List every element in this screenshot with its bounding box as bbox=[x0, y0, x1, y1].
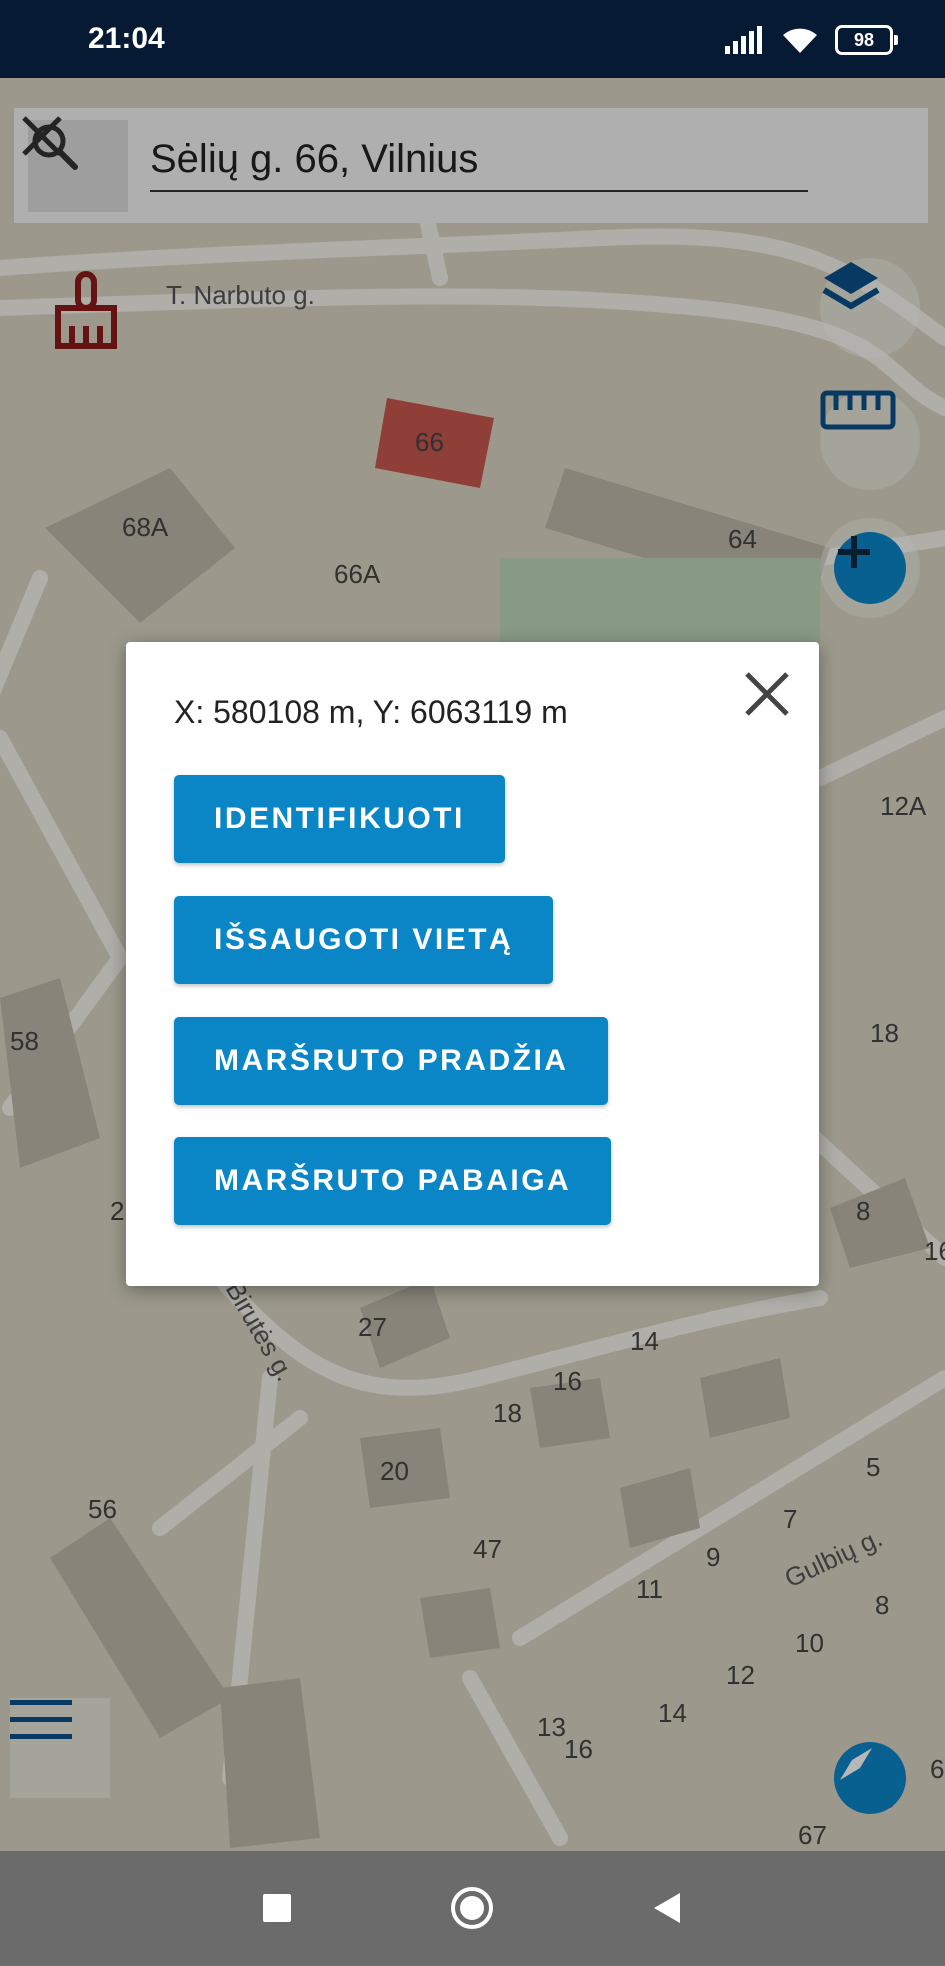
identify-button[interactable]: IDENTIFIKUOTI bbox=[174, 775, 505, 863]
square-icon bbox=[263, 1894, 291, 1922]
status-icons: 98 bbox=[725, 22, 898, 58]
wifi-icon bbox=[783, 28, 817, 53]
route-start-button[interactable]: MARŠRUTO PRADŽIA bbox=[174, 1017, 609, 1105]
back-triangle-icon bbox=[654, 1893, 680, 1923]
system-nav-bar bbox=[0, 1851, 945, 1966]
close-icon[interactable] bbox=[741, 668, 793, 720]
save-location-button[interactable]: IŠSAUGOTI VIETĄ bbox=[174, 896, 554, 984]
home-button[interactable] bbox=[447, 1883, 497, 1933]
route-end-button[interactable]: MARŠRUTO PABAIGA bbox=[174, 1137, 612, 1225]
status-time: 21:04 bbox=[88, 22, 165, 55]
location-dialog: X: 580108 m, Y: 6063119 m IDENTIFIKUOTI … bbox=[126, 642, 819, 1286]
coordinates-text: X: 580108 m, Y: 6063119 m bbox=[174, 694, 568, 730]
status-bar: 21:04 98 bbox=[0, 0, 945, 78]
battery-icon: 98 bbox=[835, 25, 898, 55]
recents-button[interactable] bbox=[252, 1883, 302, 1933]
circle-icon bbox=[451, 1887, 493, 1929]
battery-level: 98 bbox=[853, 29, 875, 50]
signal-icon bbox=[725, 26, 762, 54]
back-button[interactable] bbox=[642, 1883, 692, 1933]
